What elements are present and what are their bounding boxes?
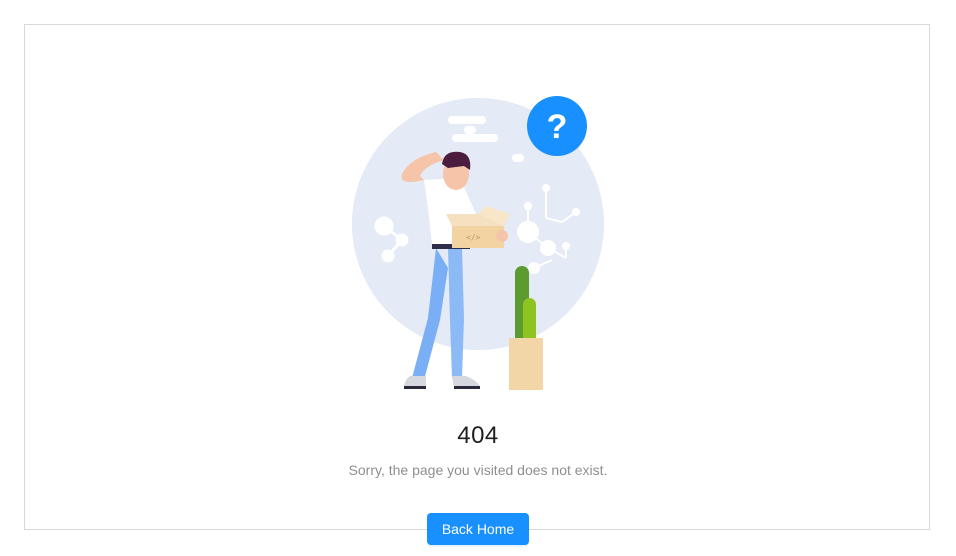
not-found-illustration: ? </>: [352, 96, 604, 390]
question-mark-icon: ?: [527, 96, 587, 156]
page: ? </> 404 Sorry, the page you visited do…: [0, 0, 956, 556]
svg-text:</>: </>: [466, 233, 481, 242]
svg-text:?: ?: [547, 108, 568, 146]
back-home-button[interactable]: Back Home: [427, 513, 529, 545]
error-subtitle: Sorry, the page you visited does not exi…: [348, 462, 608, 478]
status-code: 404: [457, 422, 499, 449]
